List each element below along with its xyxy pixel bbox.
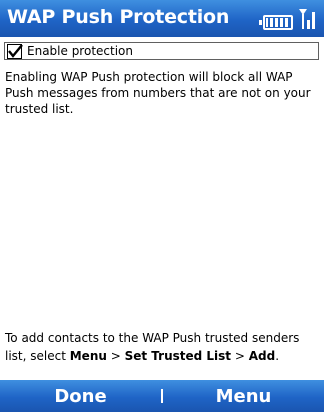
hint-menu: Menu	[69, 349, 107, 363]
status-area[interactable]	[259, 6, 316, 30]
protection-description: Enabling WAP Push protection will block …	[5, 70, 311, 116]
enable-protection-row[interactable]: Enable protection	[4, 42, 319, 60]
softkey-bar: Done Menu	[0, 380, 324, 412]
done-softkey[interactable]: Done	[0, 380, 161, 412]
hint-sep-2: >	[231, 349, 249, 363]
hint-add: Add	[248, 349, 276, 363]
battery-icon	[259, 15, 293, 30]
title-bar: WAP Push Protection	[0, 0, 324, 37]
trusted-list-hint: To add contacts to the WAP Push trusted …	[5, 329, 321, 365]
menu-softkey[interactable]: Menu	[163, 380, 324, 412]
window-title: WAP Push Protection	[7, 6, 230, 28]
signal-icon	[299, 9, 315, 29]
content-area: Enable protection Enabling WAP Push prot…	[0, 37, 324, 376]
hint-set-trusted-list: Set Trusted List	[124, 349, 232, 363]
checkmark-icon	[8, 43, 23, 58]
enable-protection-checkbox[interactable]	[7, 43, 23, 59]
hint-sep-1: >	[106, 349, 125, 363]
enable-protection-label: Enable protection	[27, 44, 133, 58]
hint-suffix: .	[275, 349, 280, 363]
